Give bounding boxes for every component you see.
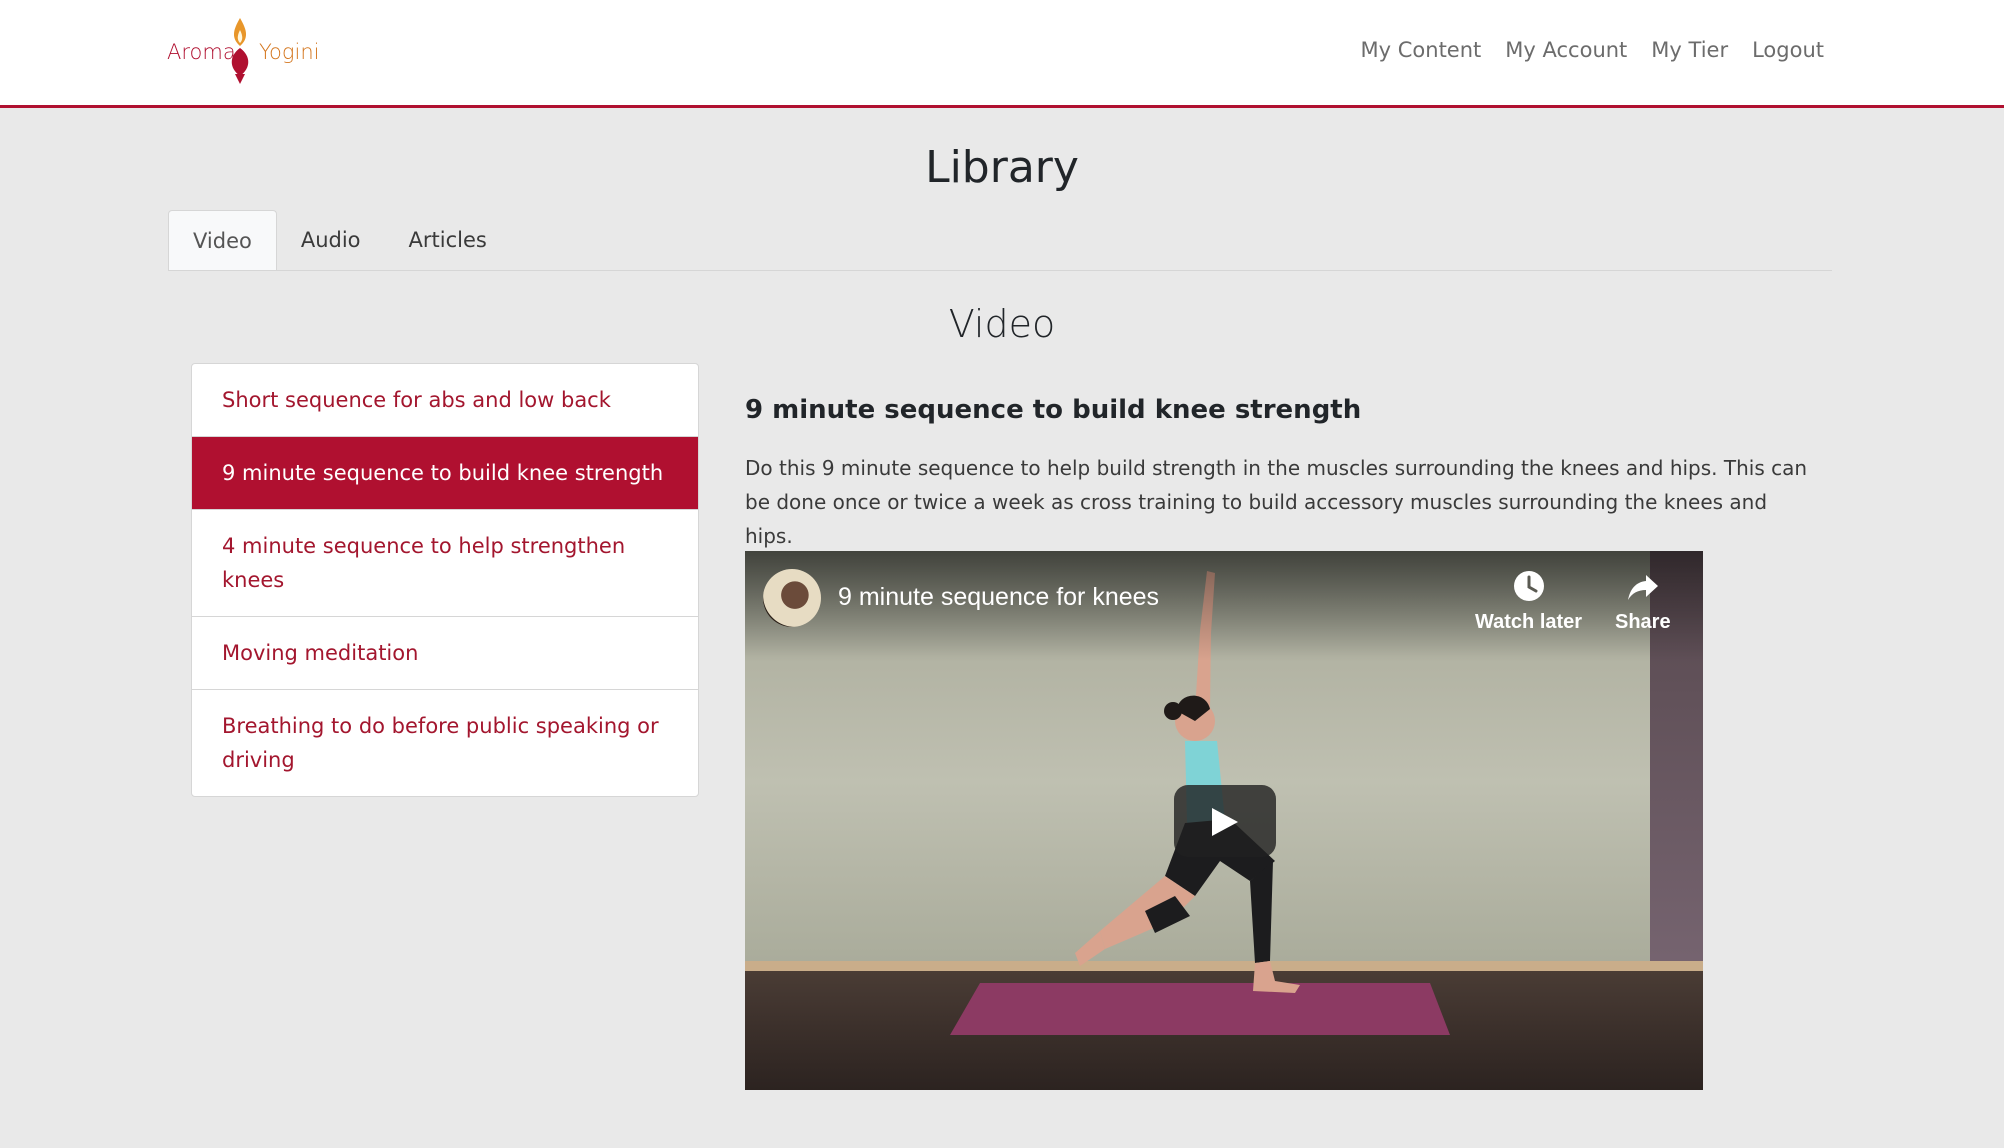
nav-my-content[interactable]: My Content	[1361, 38, 1482, 62]
play-button[interactable]	[1174, 785, 1276, 857]
channel-avatar[interactable]	[763, 569, 821, 627]
top-navbar: Aroma Yogini My Content My Account My Ti…	[0, 0, 2004, 108]
video-details: 9 minute sequence to build knee strength…	[745, 395, 1815, 553]
watch-later-label: Watch later	[1475, 611, 1583, 633]
share-arrow-icon	[1627, 575, 1658, 600]
nav-my-account[interactable]: My Account	[1505, 38, 1627, 62]
video-list: Short sequence for abs and low back 9 mi…	[191, 363, 699, 797]
aroma-yogini-logo[interactable]: Aroma Yogini	[165, 14, 325, 88]
logo-text-yogini: Yogini	[259, 40, 320, 64]
player-video-title[interactable]: 9 minute sequence for knees	[838, 583, 1159, 612]
video-player[interactable]: 9 minute sequence for knees Watch later …	[745, 551, 1703, 1090]
main-nav: My Content My Account My Tier Logout	[1361, 38, 1824, 62]
nav-logout[interactable]: Logout	[1752, 38, 1824, 62]
video-list-item[interactable]: Moving meditation	[192, 617, 698, 690]
video-description: Do this 9 minute sequence to help build …	[745, 456, 1808, 548]
flame-logo-icon	[231, 18, 249, 84]
watch-later-button[interactable]: Watch later	[1475, 569, 1582, 634]
share-label: Share	[1615, 611, 1671, 633]
tab-video[interactable]: Video	[168, 210, 277, 270]
library-tabs: Video Audio Articles	[168, 210, 1832, 271]
section-title: Video	[948, 302, 1056, 346]
video-list-item[interactable]: Short sequence for abs and low back	[192, 364, 698, 437]
video-list-item-selected[interactable]: 9 minute sequence to build knee strength	[192, 437, 698, 510]
play-icon	[1212, 808, 1238, 836]
video-title: 9 minute sequence to build knee strength	[745, 395, 1362, 425]
page-title: Library	[925, 142, 1079, 193]
video-list-item[interactable]: Breathing to do before public speaking o…	[192, 690, 698, 796]
video-list-item[interactable]: 4 minute sequence to help strengthen kne…	[192, 510, 698, 617]
clock-icon	[1513, 571, 1544, 601]
nav-my-tier[interactable]: My Tier	[1651, 38, 1728, 62]
share-button[interactable]: Share	[1615, 569, 1671, 634]
tab-audio[interactable]: Audio	[277, 210, 385, 270]
tab-articles[interactable]: Articles	[385, 210, 511, 270]
